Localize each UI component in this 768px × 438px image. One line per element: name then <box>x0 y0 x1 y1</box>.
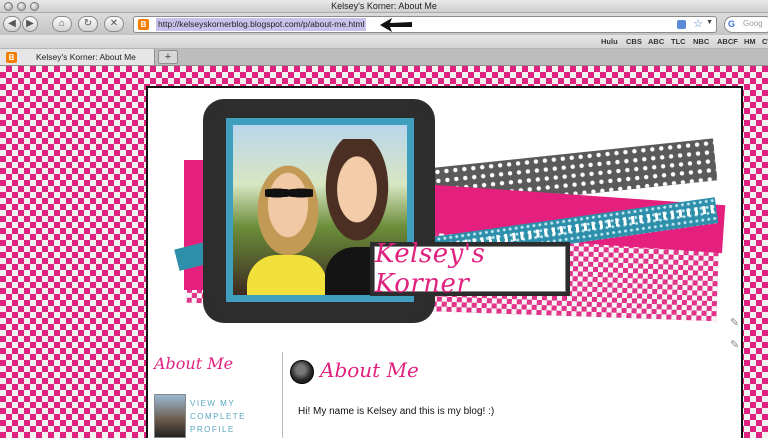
bookmark-star-icon[interactable]: ☆ <box>693 17 703 30</box>
sunglasses-icon <box>265 185 313 201</box>
tab-title: Kelsey's Korner: About Me <box>36 52 136 62</box>
annotation-arrow-icon <box>380 18 412 32</box>
film-reel-icon <box>290 360 314 384</box>
bookmark-tlc[interactable]: TLC <box>671 37 686 46</box>
sidebar-heading: About Me <box>154 354 234 373</box>
bookmark-nbc[interactable]: NBC <box>693 37 709 46</box>
bookmark-cbs[interactable]: CBS <box>626 37 642 46</box>
blogger-favicon-icon: B <box>138 19 149 30</box>
address-bar[interactable]: B http://kelseyskornerblog.blogspot.com/… <box>133 16 717 33</box>
url-text[interactable]: http://kelseyskornerblog.blogspot.com/p/… <box>156 18 367 31</box>
blog-header-image[interactable]: Kelsey's Korner <box>156 94 736 328</box>
edit-wrench-icon[interactable]: ✎ <box>730 338 739 351</box>
home-button[interactable]: ⌂ <box>52 16 72 32</box>
tab-about-me[interactable]: B Kelsey's Korner: About Me <box>0 49 155 65</box>
bookmarks-bar: Hulu CBS ABC TLC NBC ABCF HM CW <box>0 35 768 49</box>
profile-photo[interactable] <box>154 394 186 438</box>
view-profile-link[interactable]: View my complete profile <box>190 397 280 436</box>
stop-icon: ✕ <box>109 18 119 29</box>
home-icon: ⌂ <box>58 18 66 29</box>
reload-button[interactable]: ↻ <box>78 16 98 32</box>
bookmark-hm[interactable]: HM <box>744 37 756 46</box>
back-button[interactable]: ◀ <box>3 16 21 32</box>
bookmark-hulu[interactable]: Hulu <box>601 37 618 46</box>
blog-title: Kelsey's Korner <box>375 239 486 299</box>
stop-button[interactable]: ✕ <box>104 16 124 32</box>
blogger-favicon-icon: B <box>6 52 17 63</box>
post-body: Hi! My name is Kelsey and this is my blo… <box>298 406 495 417</box>
post-title: About Me <box>320 358 419 382</box>
blog-container: Kelsey's Korner ✎ ✎ About Me View my com… <box>146 86 743 438</box>
edit-wrench-icon[interactable]: ✎ <box>730 316 739 329</box>
forward-button[interactable]: ▶ <box>22 16 38 32</box>
back-arrow-icon: ◀ <box>8 18 16 29</box>
page-background: Kelsey's Korner ✎ ✎ About Me View my com… <box>0 66 768 438</box>
bookmark-abcf[interactable]: ABCF <box>717 37 738 46</box>
bookmark-cw[interactable]: CW <box>762 37 768 46</box>
sidebar-divider <box>282 352 283 438</box>
google-search-icon: G <box>728 19 736 29</box>
reload-icon: ↻ <box>83 18 93 29</box>
tab-bar: B Kelsey's Korner: About Me + <box>0 49 768 66</box>
blog-title-badge: Kelsey's Korner <box>370 239 570 299</box>
window-title: Kelsey's Korner: About Me <box>331 1 437 11</box>
new-tab-button[interactable]: + <box>158 50 178 64</box>
rss-icon[interactable] <box>677 20 686 29</box>
search-placeholder: Goog <box>743 19 763 28</box>
forward-arrow-icon: ▶ <box>26 18 34 29</box>
search-input[interactable]: G Goog <box>724 16 768 33</box>
window-titlebar: Kelsey's Korner: About Me <box>0 0 768 13</box>
photo-yellow-top <box>247 255 327 295</box>
bookmark-abc[interactable]: ABC <box>648 37 664 46</box>
url-dropdown-icon[interactable]: ▼ <box>706 19 713 26</box>
